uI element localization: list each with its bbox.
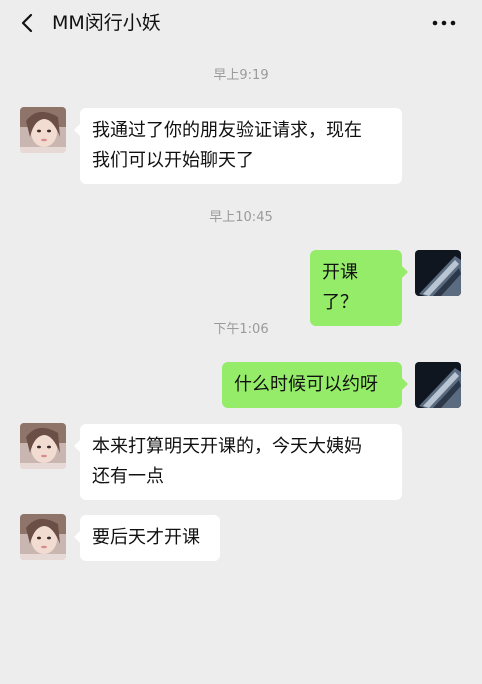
timestamp: 下午1:06 — [213, 322, 269, 337]
message-bubble-outgoing[interactable]: 什么时候可以约呀 — [222, 362, 408, 408]
chevron-left-icon[interactable] — [18, 13, 38, 33]
user-avatar[interactable] — [415, 250, 461, 296]
timestamp: 早上9:19 — [213, 68, 269, 83]
timestamp: 早上10:45 — [209, 210, 273, 225]
contact-avatar[interactable] — [20, 514, 66, 560]
chat-title: MM闵行小妖 — [52, 12, 161, 34]
message-bubble-incoming[interactable]: 我通过了你的朋友验证请求，现在 我们可以开始聊天了 — [74, 108, 402, 184]
message-bubble-incoming[interactable]: 本来打算明天开课的，今天大姨妈 还有一点 — [74, 424, 402, 500]
message-bubble-incoming[interactable]: 要后天才开课 — [74, 515, 220, 561]
message-bubble-outgoing[interactable]: 开课了？ — [310, 250, 408, 326]
user-avatar[interactable] — [415, 362, 461, 408]
chat-header: MM闵行小妖 — [0, 0, 482, 46]
more-horizontal-icon[interactable] — [432, 19, 456, 27]
contact-avatar[interactable] — [20, 107, 66, 153]
contact-avatar[interactable] — [20, 423, 66, 469]
